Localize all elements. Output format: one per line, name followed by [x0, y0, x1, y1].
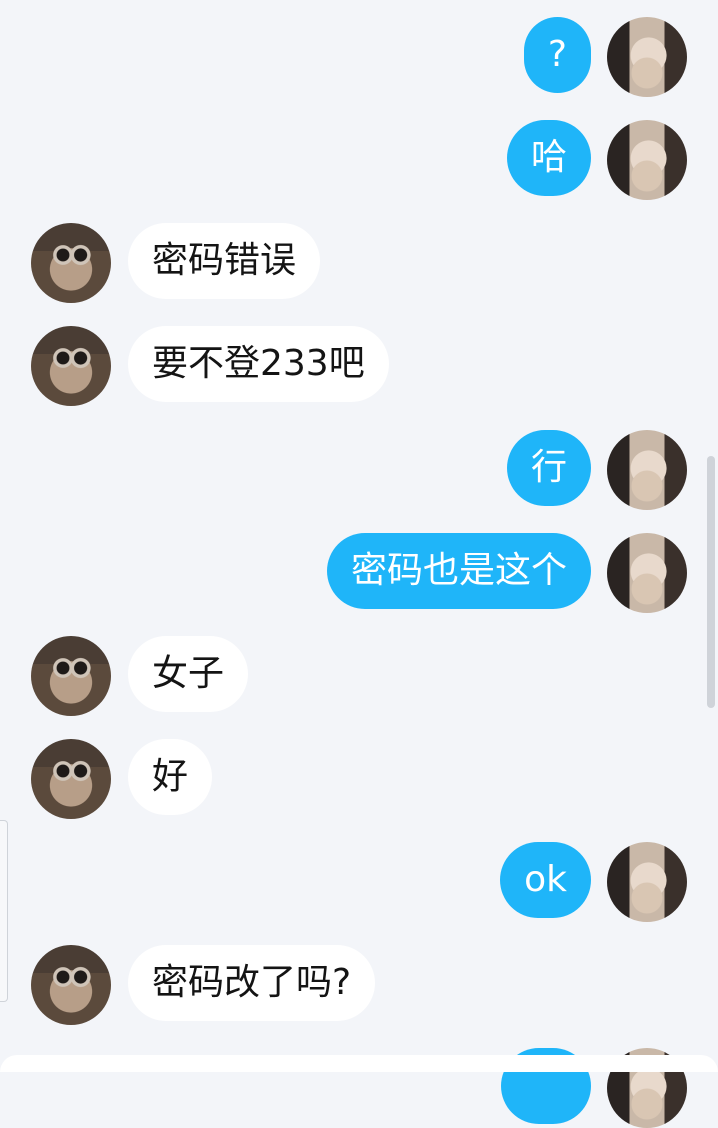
message-bubble[interactable]: 行 — [506, 430, 591, 506]
outgoing-message: ? — [0, 17, 718, 97]
contact-avatar[interactable] — [31, 223, 111, 303]
side-panel-handle[interactable] — [0, 820, 8, 1002]
contact-avatar[interactable] — [31, 739, 111, 819]
my-avatar[interactable] — [607, 17, 687, 97]
incoming-message: 女子 — [0, 636, 718, 716]
outgoing-message: 行 — [0, 430, 718, 510]
message-bubble[interactable]: 女子 — [128, 636, 249, 712]
contact-avatar[interactable] — [31, 636, 111, 716]
message-bubble[interactable]: ? — [523, 17, 591, 93]
my-avatar[interactable] — [607, 120, 687, 200]
message-bubble[interactable]: ok — [500, 842, 591, 918]
outgoing-message: ok — [0, 842, 718, 922]
message-bubble[interactable]: 密码错误 — [128, 223, 321, 299]
incoming-message: 好 — [0, 739, 718, 819]
chat-message-list[interactable]: ? 哈密码错误要不登233吧行密码也是这个女子好 ok 密码改了吗? — [0, 0, 718, 1128]
incoming-message: 密码错误 — [0, 223, 718, 303]
outgoing-message: 密码也是这个 — [0, 533, 718, 613]
my-avatar[interactable] — [607, 430, 687, 510]
message-bubble[interactable]: 哈 — [506, 120, 591, 196]
input-bar — [0, 1055, 718, 1072]
outgoing-message: 哈 — [0, 120, 718, 200]
message-bubble[interactable]: 密码改了吗? — [128, 945, 376, 1021]
incoming-message: 密码改了吗? — [0, 945, 718, 1025]
contact-avatar[interactable] — [31, 326, 111, 406]
message-bubble[interactable]: 要不登233吧 — [128, 326, 389, 402]
message-bubble[interactable]: 好 — [128, 739, 213, 815]
my-avatar[interactable] — [607, 533, 687, 613]
scrollbar[interactable] — [707, 456, 715, 708]
my-avatar[interactable] — [607, 842, 687, 922]
incoming-message: 要不登233吧 — [0, 326, 718, 406]
contact-avatar[interactable] — [31, 945, 111, 1025]
message-bubble[interactable]: 密码也是这个 — [326, 533, 591, 609]
